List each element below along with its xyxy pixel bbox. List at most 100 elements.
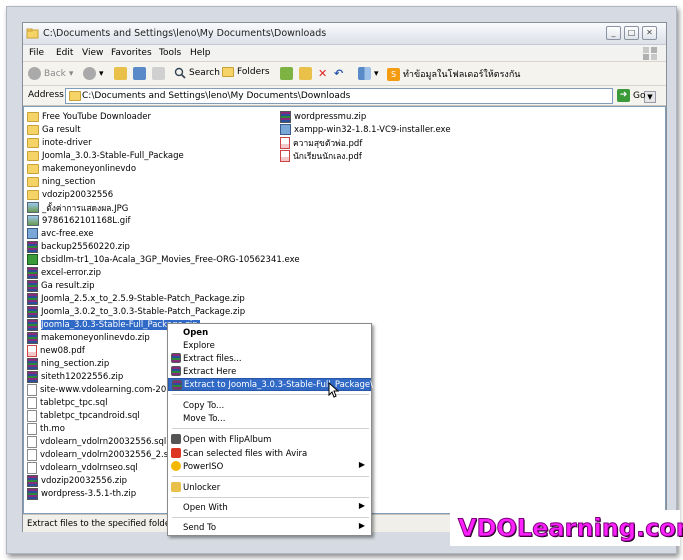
menu-file[interactable]: File (29, 48, 44, 58)
file-item[interactable]: wordpressmu.zip (280, 110, 366, 123)
file-item[interactable]: Joomla_3.0.3-Stable-Full_Package (27, 149, 184, 162)
submenu-arrow-icon: ▶ (358, 501, 365, 510)
file-item[interactable]: Joomla_3.0.2_to_3.0.3-Stable-Patch_Packa… (27, 305, 245, 318)
close-button[interactable]: ✕ (642, 26, 657, 40)
file-item[interactable]: tabletpc_tpc.sql (27, 396, 107, 409)
file-item[interactable]: Ga result.zip (27, 279, 94, 292)
file-item[interactable]: backup25560220.zip (27, 240, 130, 253)
file-name: Joomla_3.0.2_to_3.0.3-Stable-Patch_Packa… (41, 306, 246, 317)
file-item[interactable]: ความสุขตัวพ่อ.pdf (280, 136, 362, 149)
undo-icon: ↶ (334, 67, 344, 80)
menu-extract-to[interactable]: Extract to Joomla_3.0.3-Stable-Full_Pack… (168, 378, 373, 391)
menu-poweriso[interactable]: PowerISO ▶ (168, 460, 371, 473)
menu-extract-files[interactable]: Extract files... (168, 352, 371, 365)
go-button[interactable]: ➜ Go (617, 89, 645, 102)
file-item[interactable]: xampp-win32-1.8.1-VC9-installer.exe (280, 123, 451, 136)
menu-open[interactable]: Open (168, 326, 371, 339)
file-name: Ga result (42, 124, 81, 135)
forward-button[interactable]: ▾ (83, 67, 104, 80)
file-item[interactable]: th.mo (27, 422, 65, 435)
menu-edit[interactable]: Edit (56, 48, 73, 58)
maximize-button[interactable]: □ (624, 26, 639, 40)
undo-button[interactable]: ↶ (334, 67, 343, 80)
file-name: vdozip20032556.zip (41, 475, 128, 486)
doc-icon (27, 435, 37, 448)
doc-icon (27, 409, 37, 422)
menu-extract-here[interactable]: Extract Here (168, 365, 371, 378)
file-name: backup25560220.zip (41, 241, 130, 252)
file-item[interactable]: Joomla_2.5.x_to_2.5.9-Stable-Patch_Packa… (27, 292, 245, 305)
zip-icon (27, 357, 38, 370)
file-item[interactable]: Ga result (27, 123, 81, 136)
toolbar: Back ▾ ▾ Search Folders ✕ ↶ ▾ S ทำข้อมูลใ… (23, 62, 666, 86)
menu-tools[interactable]: Tools (159, 48, 181, 58)
doc-icon (27, 461, 37, 474)
menu-explore[interactable]: Explore (168, 339, 371, 352)
menu-open-with[interactable]: Open With ▶ (168, 501, 371, 514)
menu-bar: File Edit View Favorites Tools Help (23, 45, 666, 62)
folders-icon (222, 67, 234, 77)
copy-to-button[interactable] (299, 67, 312, 80)
file-name: Joomla_3.0.3-Stable-Full_Package (42, 150, 184, 161)
file-name: xampp-win32-1.8.1-VC9-installer.exe (294, 124, 451, 135)
chevron-down-icon[interactable]: ▼ (644, 91, 656, 103)
menu-view[interactable]: View (82, 48, 103, 58)
file-item[interactable]: makemoneyonlinevdo.zip (27, 331, 150, 344)
file-item[interactable]: vdozip20032556.zip (27, 474, 127, 487)
file-item[interactable]: vdozip20032556 (27, 188, 113, 201)
menu-separator (172, 497, 369, 498)
menu-help[interactable]: Help (190, 48, 211, 58)
folders-button[interactable]: Folders (222, 67, 270, 77)
file-name: vdolearn_vdolrn20032556_2.sql (40, 449, 176, 460)
file-item[interactable]: vdolearn_vdolrn20032556.sql (27, 435, 166, 448)
move-to-button[interactable] (280, 67, 293, 80)
back-arrow-icon (28, 67, 41, 80)
file-item[interactable]: makemoneyonlinevdo (27, 162, 136, 175)
winrar-icon (172, 380, 182, 390)
menu-scan-avira[interactable]: Scan selected files with Avira (168, 447, 371, 460)
file-item[interactable]: tabletpc_tpcandroid.sql (27, 409, 140, 422)
file-item[interactable]: vdolearn_vdolrn20032556_2.sql (27, 448, 176, 461)
file-item[interactable]: cbsidlm-tr1_10a-Acala_3GP_Movies_Free-OR… (27, 253, 300, 266)
menu-send-to[interactable]: Send To ▶ (168, 521, 371, 534)
file-name: Joomla_2.5.x_to_2.5.9-Stable-Patch_Packa… (41, 293, 245, 304)
file-item[interactable]: inote-driver (27, 136, 92, 149)
address-input[interactable]: C:\Documents and Settings\leno\My Docume… (65, 88, 656, 104)
file-item[interactable]: site-www.vdolearning.com-201303 (27, 383, 188, 396)
minimize-button[interactable]: _ (606, 26, 621, 40)
zip-icon (27, 279, 38, 292)
window-title: C:\Documents and Settings\leno\My Docume… (43, 28, 327, 39)
file-item[interactable]: Free YouTube Downloader (27, 110, 151, 123)
file-item[interactable]: wordpress-3.5.1-th.zip (27, 487, 136, 500)
file-name: excel-error.zip (41, 267, 102, 278)
up-folder-icon (114, 67, 127, 80)
file-item[interactable]: 9786162101168L.gif (27, 214, 131, 227)
views-button[interactable]: ▾ (358, 67, 379, 80)
menu-copy-to[interactable]: Copy To... (168, 399, 371, 412)
image-icon (27, 202, 39, 213)
exe-icon (27, 228, 38, 239)
sync-folder-button[interactable]: S ทำข้อมูลในโฟลเดอร์ให้ตรงกัน (387, 67, 520, 81)
file-item[interactable]: ning_section.zip (27, 357, 109, 370)
menu-favorites[interactable]: Favorites (111, 48, 152, 58)
upload-button[interactable] (152, 67, 165, 80)
file-name: inote-driver (42, 137, 92, 148)
file-item[interactable]: นักเรียนนักเลง.pdf (280, 149, 362, 162)
menu-move-to[interactable]: Move To... (168, 412, 371, 425)
menu-open-flipalbum[interactable]: Open with FlipAlbum (168, 433, 371, 446)
file-item[interactable]: vdolearn_vdolrnseo.sql (27, 461, 138, 474)
file-item[interactable]: _ตั้งค่าการแสดงผล.JPG (27, 201, 128, 214)
file-item[interactable]: excel-error.zip (27, 266, 101, 279)
delete-button[interactable]: ✕ (318, 67, 327, 80)
menu-separator (172, 517, 369, 518)
menu-unlocker[interactable]: Unlocker (168, 481, 371, 494)
search-button[interactable]: Search (174, 67, 220, 79)
up-folder-button[interactable] (114, 67, 127, 80)
doc-icon (27, 396, 37, 409)
file-item[interactable]: ning_section (27, 175, 95, 188)
back-button[interactable]: Back ▾ (28, 67, 73, 80)
file-item[interactable]: avc-free.exe (27, 227, 94, 240)
file-item[interactable]: siteth12022556.zip (27, 370, 123, 383)
sync-button[interactable] (133, 67, 146, 80)
file-item[interactable]: new08.pdf (27, 344, 85, 357)
